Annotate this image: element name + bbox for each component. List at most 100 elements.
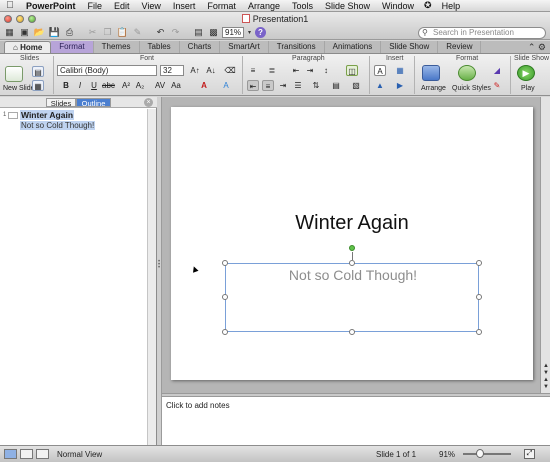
menu-powerpoint[interactable]: PowerPoint: [20, 1, 82, 11]
script-menu-icon[interactable]: ✪: [420, 0, 436, 11]
align-center-icon[interactable]: ≡: [262, 80, 274, 91]
resize-handle[interactable]: [476, 260, 482, 266]
text-effects-icon[interactable]: A: [220, 80, 232, 91]
open-icon[interactable]: 📂: [33, 27, 46, 39]
underline-icon[interactable]: U: [88, 80, 100, 91]
save-icon[interactable]: 💾: [48, 27, 61, 39]
menu-view[interactable]: View: [136, 1, 167, 11]
view-toggle-icon[interactable]: ▤: [192, 27, 205, 39]
tab-smartart[interactable]: SmartArt: [220, 41, 269, 53]
shape-line-icon[interactable]: ✎: [491, 80, 503, 91]
tab-review[interactable]: Review: [438, 41, 482, 53]
change-case-icon[interactable]: Aa: [170, 80, 182, 91]
new-presentation-icon[interactable]: ▦: [3, 27, 16, 39]
copy-icon[interactable]: ❐: [101, 27, 114, 39]
cut-icon[interactable]: ✂: [86, 27, 99, 39]
resize-handle[interactable]: [476, 294, 482, 300]
resize-handle[interactable]: [349, 260, 355, 266]
slide-title[interactable]: Winter Again: [171, 212, 533, 235]
ribbon-settings-icon[interactable]: ⚙: [538, 42, 546, 52]
tab-transitions[interactable]: Transitions: [269, 41, 325, 53]
rotation-handle[interactable]: [349, 245, 355, 251]
slide-subtitle[interactable]: Not so Cold Though!: [226, 267, 480, 283]
media-icon[interactable]: ▶: [394, 80, 406, 91]
align-left-icon[interactable]: ⇤: [247, 80, 259, 91]
paste-icon[interactable]: 📋: [116, 27, 129, 39]
shrink-font-icon[interactable]: A↓: [205, 65, 217, 76]
align-text-icon[interactable]: ▤: [330, 80, 342, 91]
resize-handle[interactable]: [476, 329, 482, 335]
new-slide-button[interactable]: New Slide: [3, 85, 35, 92]
font-size-select[interactable]: 32: [160, 65, 184, 76]
zoom-field[interactable]: 91%: [222, 27, 244, 38]
resize-handle[interactable]: [349, 329, 355, 335]
outline-title[interactable]: Winter Again: [20, 110, 75, 120]
zoom-slider-knob[interactable]: [476, 449, 484, 458]
slide-scrollbar[interactable]: ▲ ▼ ▲ ▼: [540, 97, 550, 393]
italic-icon[interactable]: I: [74, 80, 86, 91]
font-color-icon[interactable]: A: [198, 80, 210, 91]
menu-insert[interactable]: Insert: [167, 1, 202, 11]
strikethrough-icon[interactable]: abc: [102, 80, 115, 91]
close-pane-icon[interactable]: ×: [144, 98, 153, 107]
slide-sorter-view-button[interactable]: [20, 449, 33, 459]
bold-icon[interactable]: B: [60, 80, 72, 91]
pane-scrollbar[interactable]: [147, 109, 156, 445]
format-painter-icon[interactable]: ✎: [131, 27, 144, 39]
menu-format[interactable]: Format: [201, 1, 242, 11]
shape-fill-icon[interactable]: ◢: [491, 65, 503, 76]
media-browser-icon[interactable]: ▩: [207, 27, 220, 39]
tab-themes[interactable]: Themes: [94, 41, 140, 53]
reset-slide-icon[interactable]: ▦: [32, 80, 44, 91]
tab-tables[interactable]: Tables: [140, 41, 180, 53]
picture-icon[interactable]: ▦: [394, 65, 406, 76]
subscript-icon[interactable]: A₂: [134, 80, 146, 91]
numbering-icon[interactable]: ≣: [266, 65, 278, 76]
notes-placeholder[interactable]: Click to add notes: [166, 401, 230, 410]
subtitle-placeholder[interactable]: Not so Cold Though!: [225, 263, 479, 332]
quick-styles-button[interactable]: Quick Styles: [452, 85, 491, 92]
collapse-ribbon-icon[interactable]: ⌃: [528, 42, 536, 52]
menu-tools[interactable]: Tools: [286, 1, 319, 11]
menu-window[interactable]: Window: [376, 1, 420, 11]
notes-pane[interactable]: Click to add notes: [162, 397, 550, 445]
bullets-icon[interactable]: ≡: [247, 65, 259, 76]
shape-icon[interactable]: ▲: [374, 80, 386, 91]
increase-indent-icon[interactable]: ⇥: [304, 65, 316, 76]
font-name-select[interactable]: Calibri (Body): [57, 65, 157, 76]
menu-slide-show[interactable]: Slide Show: [319, 1, 376, 11]
slide[interactable]: Winter Again Not so Cold Though!: [171, 107, 533, 380]
tab-charts[interactable]: Charts: [180, 41, 221, 53]
tab-format[interactable]: Format: [51, 41, 94, 53]
play-button[interactable]: Play: [521, 85, 535, 92]
justify-icon[interactable]: ☰: [292, 80, 304, 91]
apple-icon[interactable]: : [0, 0, 20, 11]
layout-icon[interactable]: ▤: [32, 66, 44, 77]
zoom-dropdown-icon[interactable]: ▾: [246, 27, 253, 39]
help-icon[interactable]: ?: [255, 27, 266, 38]
slide-show-view-button[interactable]: [36, 449, 49, 459]
scroll-arrows-icon[interactable]: ▲ ▼ ▲ ▼: [542, 363, 550, 391]
tab-home[interactable]: ⌂ Home: [4, 41, 52, 53]
play-icon[interactable]: ▶: [517, 65, 535, 81]
decrease-indent-icon[interactable]: ⇤: [290, 65, 302, 76]
templates-icon[interactable]: ▣: [18, 27, 31, 39]
tab-slide-show[interactable]: Slide Show: [381, 41, 439, 53]
menu-arrange[interactable]: Arrange: [242, 1, 286, 11]
align-right-icon[interactable]: ⇥: [277, 80, 289, 91]
quick-styles-icon[interactable]: [458, 65, 476, 81]
print-icon[interactable]: ⎙: [63, 27, 76, 39]
convert-smartart-icon[interactable]: ▧: [350, 80, 362, 91]
resize-handle[interactable]: [222, 329, 228, 335]
resize-handle[interactable]: [222, 294, 228, 300]
resize-handle[interactable]: [222, 260, 228, 266]
text-box-icon[interactable]: A: [374, 65, 386, 76]
line-spacing-icon[interactable]: ↕: [320, 65, 332, 76]
outline-subtitle[interactable]: Not so Cold Though!: [20, 121, 96, 130]
grow-font-icon[interactable]: A↑: [189, 65, 201, 76]
fit-to-window-icon[interactable]: ⤢: [524, 449, 535, 459]
columns-icon[interactable]: ◫: [346, 65, 358, 76]
menu-edit[interactable]: Edit: [108, 1, 136, 11]
menu-help[interactable]: Help: [436, 1, 467, 11]
tab-animations[interactable]: Animations: [325, 41, 382, 53]
